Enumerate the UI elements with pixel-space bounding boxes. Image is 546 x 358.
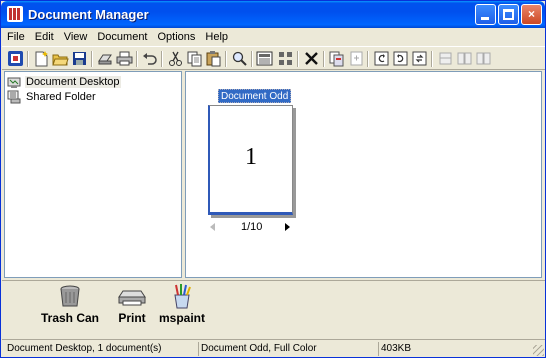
maximize-icon: [503, 9, 514, 20]
application-dock: Trash Can Print mspaint: [2, 280, 545, 338]
toolbar-separator: [297, 51, 299, 67]
zoom-icon[interactable]: [231, 50, 248, 67]
menu-document[interactable]: Document: [92, 29, 152, 45]
toolbar-separator: [431, 51, 433, 67]
page-view-2-icon[interactable]: [475, 50, 492, 67]
paintbrush-icon: [174, 284, 191, 309]
menu-help[interactable]: Help: [200, 29, 233, 45]
tree-item-label: Document Desktop: [25, 75, 121, 88]
document-title[interactable]: Document Odd: [218, 89, 292, 103]
desktop-icon: [7, 77, 21, 88]
rotate-right-icon[interactable]: [392, 50, 409, 67]
undo-icon[interactable]: [141, 50, 158, 67]
folder-tree[interactable]: Document Desktop Shared Folder: [4, 71, 182, 278]
toolbar: [2, 46, 545, 70]
print-icon[interactable]: [116, 50, 133, 67]
scan-icon[interactable]: [97, 50, 114, 67]
delete-icon[interactable]: [303, 50, 320, 67]
menu-view[interactable]: View: [59, 29, 93, 45]
toolbar-separator: [323, 51, 325, 67]
shared-folder-icon: [7, 90, 21, 103]
cut-icon[interactable]: [167, 50, 184, 67]
tree-item-label: Shared Folder: [26, 90, 96, 103]
page-counter: 1/10: [241, 221, 263, 233]
toolbar-separator: [225, 51, 227, 67]
next-page-icon[interactable]: [285, 223, 290, 231]
dock-item-print[interactable]: Print: [112, 283, 152, 325]
trash-can-icon: [60, 285, 80, 307]
dock-label: Print: [118, 311, 146, 325]
document-page-thumbnail[interactable]: 1: [208, 105, 293, 215]
rotate-180-icon[interactable]: [411, 50, 428, 67]
app-icon[interactable]: [7, 50, 24, 67]
insert-page-icon[interactable]: [348, 50, 365, 67]
toolbar-separator: [91, 51, 93, 67]
close-icon: ×: [527, 7, 535, 21]
dock-item-trash-can[interactable]: Trash Can: [40, 283, 100, 325]
save-icon[interactable]: [71, 50, 88, 67]
minimize-icon: [481, 17, 489, 20]
page-navigator: 1/10: [210, 221, 300, 235]
toolbar-separator: [27, 51, 29, 67]
maximize-button[interactable]: [498, 4, 519, 25]
dock-item-mspaint[interactable]: mspaint: [157, 283, 207, 325]
app-logo-icon: [7, 6, 23, 22]
status-file-size: 403KB: [378, 342, 528, 356]
toolbar-separator: [136, 51, 138, 67]
grid-view-icon[interactable]: [277, 50, 294, 67]
tree-item-shared-folder[interactable]: Shared Folder: [7, 89, 97, 104]
dock-label: Trash Can: [40, 311, 100, 325]
split-icon[interactable]: [437, 50, 454, 67]
dock-label: mspaint: [158, 311, 205, 325]
menu-options[interactable]: Options: [153, 29, 201, 45]
toolbar-separator: [367, 51, 369, 67]
toolbar-separator: [161, 51, 163, 67]
page-number: 1: [245, 144, 257, 170]
rotate-left-icon[interactable]: [373, 50, 390, 67]
new-icon[interactable]: [33, 50, 50, 67]
menu-file[interactable]: File: [2, 29, 30, 45]
thumbnail-view-icon[interactable]: [256, 50, 273, 67]
toolbar-separator: [251, 51, 253, 67]
document-area[interactable]: Document Odd 1 1/10: [185, 71, 542, 278]
menu-edit[interactable]: Edit: [30, 29, 59, 45]
document-manager-window: Document Manager × File Edit View Docume…: [0, 0, 546, 358]
status-folder-info: Document Desktop, 1 document(s): [7, 343, 162, 354]
page-view-icon[interactable]: [456, 50, 473, 67]
resize-grip[interactable]: [533, 345, 544, 356]
open-icon[interactable]: [52, 50, 69, 67]
minimize-button[interactable]: [475, 4, 496, 25]
window-title: Document Manager: [28, 7, 149, 22]
copy-page-icon[interactable]: [328, 50, 345, 67]
copy-icon[interactable]: [186, 50, 203, 67]
printer-icon: [118, 290, 146, 306]
status-bar: Document Desktop, 1 document(s) Document…: [2, 339, 545, 357]
previous-page-icon[interactable]: [210, 223, 215, 231]
title-bar[interactable]: Document Manager ×: [1, 1, 545, 28]
tree-item-document-desktop[interactable]: Document Desktop: [7, 74, 121, 89]
status-document-info: Document Odd, Full Color: [198, 342, 376, 356]
close-button[interactable]: ×: [521, 4, 542, 25]
paste-icon[interactable]: [205, 50, 222, 67]
menu-bar: File Edit View Document Options Help: [2, 29, 545, 45]
